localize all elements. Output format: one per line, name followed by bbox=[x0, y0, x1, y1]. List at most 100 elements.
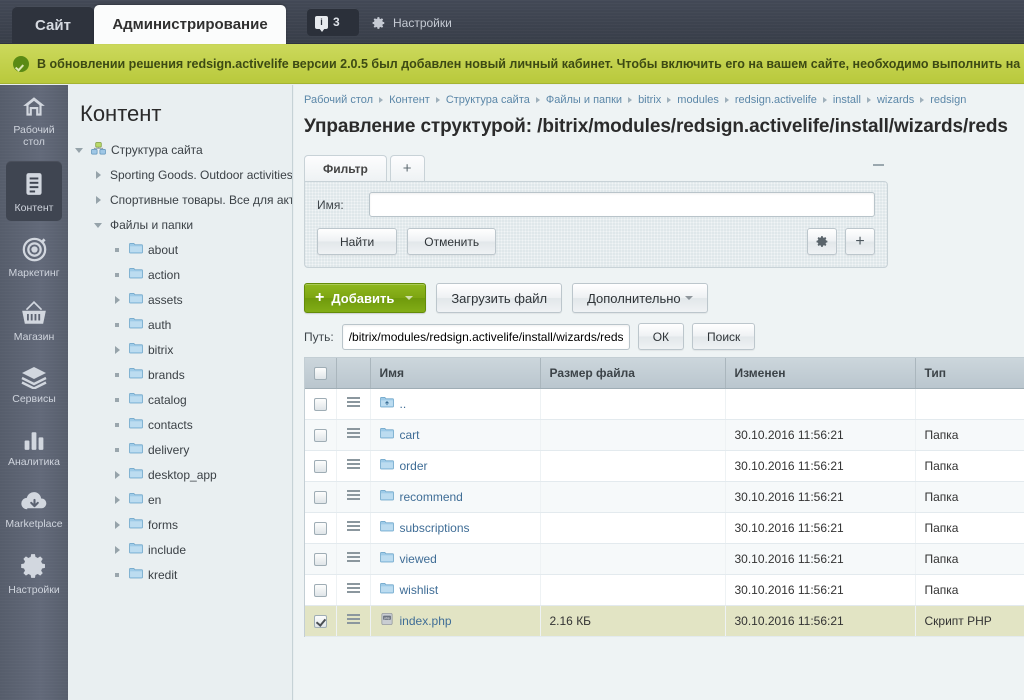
column-header-size[interactable]: Размер файла bbox=[540, 358, 726, 389]
tree-node[interactable]: assets bbox=[68, 287, 292, 312]
sidebar-item-document[interactable]: Контент bbox=[6, 161, 62, 221]
row-name-link[interactable]: viewed bbox=[400, 552, 437, 566]
tree-node[interactable]: kredit bbox=[68, 562, 292, 587]
chevron-down-icon[interactable] bbox=[93, 219, 105, 231]
table-row[interactable]: cart 30.10.2016 11:56:21 Папка bbox=[305, 419, 1024, 451]
tree-node[interactable]: brands bbox=[68, 362, 292, 387]
tree-node[interactable]: Спортивные товары. Все для акт bbox=[68, 187, 292, 212]
notifications-badge[interactable]: i 3 bbox=[307, 8, 359, 36]
tab-administration[interactable]: Администрирование bbox=[94, 5, 286, 44]
row-name-link[interactable]: index.php bbox=[400, 614, 452, 628]
row-name-link[interactable]: .. bbox=[400, 397, 407, 411]
column-header-type[interactable]: Тип bbox=[915, 358, 1024, 389]
row-checkbox[interactable] bbox=[313, 521, 327, 535]
breadcrumb-item[interactable]: modules bbox=[677, 94, 719, 106]
add-filter-row-button[interactable]: + bbox=[845, 228, 875, 255]
breadcrumb-item[interactable]: Рабочий стол bbox=[304, 94, 373, 106]
row-menu-icon[interactable] bbox=[346, 457, 360, 472]
add-filter-tab-button[interactable]: + bbox=[389, 155, 425, 181]
table-row[interactable]: viewed 30.10.2016 11:56:21 Папка bbox=[305, 543, 1024, 575]
tab-site[interactable]: Сайт bbox=[12, 6, 94, 44]
topnav-settings-link[interactable]: Настройки bbox=[372, 13, 452, 33]
bullet-icon[interactable] bbox=[112, 419, 124, 431]
row-name-link[interactable]: subscriptions bbox=[400, 521, 470, 535]
tree-node[interactable]: Структура сайта bbox=[68, 137, 292, 162]
select-all-checkbox[interactable] bbox=[313, 366, 327, 380]
tree-node[interactable]: action bbox=[68, 262, 292, 287]
upload-file-button[interactable]: Загрузить файл bbox=[436, 283, 563, 313]
row-menu-icon[interactable] bbox=[346, 550, 360, 565]
chevron-right-icon[interactable] bbox=[93, 194, 105, 206]
table-row[interactable]: php index.php 2.16 КБ 30.10.2016 11:56:21 Ск… bbox=[305, 605, 1024, 637]
chevron-right-icon[interactable] bbox=[112, 494, 124, 506]
breadcrumb-item[interactable]: redsign bbox=[930, 94, 966, 106]
chevron-down-icon[interactable] bbox=[74, 144, 86, 156]
chevron-right-icon[interactable] bbox=[112, 519, 124, 531]
breadcrumb-item[interactable]: wizards bbox=[877, 94, 914, 106]
column-header-name[interactable]: Имя bbox=[370, 358, 541, 389]
row-menu-icon[interactable] bbox=[346, 519, 360, 534]
row-menu-icon[interactable] bbox=[346, 488, 360, 503]
tree-node[interactable]: about bbox=[68, 237, 292, 262]
tree-node[interactable]: Файлы и папки bbox=[68, 212, 292, 237]
chevron-right-icon[interactable] bbox=[93, 169, 105, 181]
sidebar-item-target[interactable]: Маркетинг bbox=[6, 227, 62, 286]
row-checkbox[interactable] bbox=[313, 428, 327, 442]
tree-node[interactable]: en bbox=[68, 487, 292, 512]
sidebar-item-home[interactable]: Рабочий стол bbox=[6, 85, 62, 155]
sidebar-item-bar-chart[interactable]: Аналитика bbox=[6, 418, 62, 475]
find-button[interactable]: Найти bbox=[317, 228, 398, 255]
tree-node[interactable]: desktop_app bbox=[68, 462, 292, 487]
bullet-icon[interactable] bbox=[112, 569, 124, 581]
row-checkbox[interactable] bbox=[313, 583, 327, 597]
breadcrumb-item[interactable]: Контент bbox=[389, 94, 430, 106]
bullet-icon[interactable] bbox=[112, 244, 124, 256]
row-name-link[interactable]: cart bbox=[400, 428, 420, 442]
row-checkbox[interactable] bbox=[313, 552, 327, 566]
sidebar-item-gear[interactable]: Настройки bbox=[6, 543, 62, 603]
chevron-right-icon[interactable] bbox=[112, 469, 124, 481]
chevron-right-icon[interactable] bbox=[112, 344, 124, 356]
breadcrumb-item[interactable]: bitrix bbox=[638, 94, 661, 106]
row-checkbox[interactable] bbox=[313, 490, 327, 504]
tree-node[interactable]: Sporting Goods. Outdoor activities bbox=[68, 162, 292, 187]
tree-node[interactable]: forms bbox=[68, 512, 292, 537]
row-menu-icon[interactable] bbox=[346, 581, 360, 596]
row-name-link[interactable]: order bbox=[400, 459, 428, 473]
bullet-icon[interactable] bbox=[112, 394, 124, 406]
row-menu-icon[interactable] bbox=[346, 426, 360, 441]
row-checkbox[interactable] bbox=[313, 397, 327, 411]
breadcrumb-item[interactable]: Структура сайта bbox=[446, 94, 530, 106]
row-name-link[interactable]: recommend bbox=[400, 490, 463, 504]
row-menu-icon[interactable] bbox=[346, 612, 360, 627]
breadcrumb-item[interactable]: Файлы и папки bbox=[546, 94, 622, 106]
filter-name-input[interactable] bbox=[369, 192, 875, 217]
bullet-icon[interactable] bbox=[112, 369, 124, 381]
tree-node[interactable]: contacts bbox=[68, 412, 292, 437]
chevron-right-icon[interactable] bbox=[112, 544, 124, 556]
row-checkbox[interactable] bbox=[313, 614, 327, 628]
table-row[interactable]: order 30.10.2016 11:56:21 Папка bbox=[305, 450, 1024, 482]
table-row[interactable]: .. bbox=[305, 388, 1024, 420]
tree-node[interactable]: delivery bbox=[68, 437, 292, 462]
path-ok-button[interactable]: ОК bbox=[637, 323, 685, 350]
tab-filter[interactable]: Фильтр bbox=[304, 155, 387, 181]
row-menu-icon[interactable] bbox=[346, 395, 360, 410]
bullet-icon[interactable] bbox=[112, 319, 124, 331]
cancel-filter-button[interactable]: Отменить bbox=[407, 228, 497, 255]
tree-node[interactable]: catalog bbox=[68, 387, 292, 412]
add-button[interactable]: + Добавить bbox=[304, 283, 427, 313]
table-row[interactable]: wishlist 30.10.2016 11:56:21 Папка bbox=[305, 574, 1024, 606]
path-search-button[interactable]: Поиск bbox=[692, 323, 756, 350]
minus-icon[interactable] bbox=[873, 164, 884, 166]
breadcrumb-item[interactable]: redsign.activelife bbox=[735, 94, 817, 106]
tree-node[interactable]: include bbox=[68, 537, 292, 562]
sidebar-item-basket[interactable]: Магазин bbox=[6, 292, 62, 350]
table-row[interactable]: subscriptions 30.10.2016 11:56:21 Папка bbox=[305, 512, 1024, 544]
chevron-right-icon[interactable] bbox=[112, 294, 124, 306]
sidebar-item-cloud-download[interactable]: Marketplace bbox=[5, 481, 63, 537]
row-checkbox[interactable] bbox=[313, 459, 327, 473]
tree-node[interactable]: auth bbox=[68, 312, 292, 337]
table-row[interactable]: recommend 30.10.2016 11:56:21 Папка bbox=[305, 481, 1024, 513]
breadcrumb-item[interactable]: install bbox=[833, 94, 861, 106]
